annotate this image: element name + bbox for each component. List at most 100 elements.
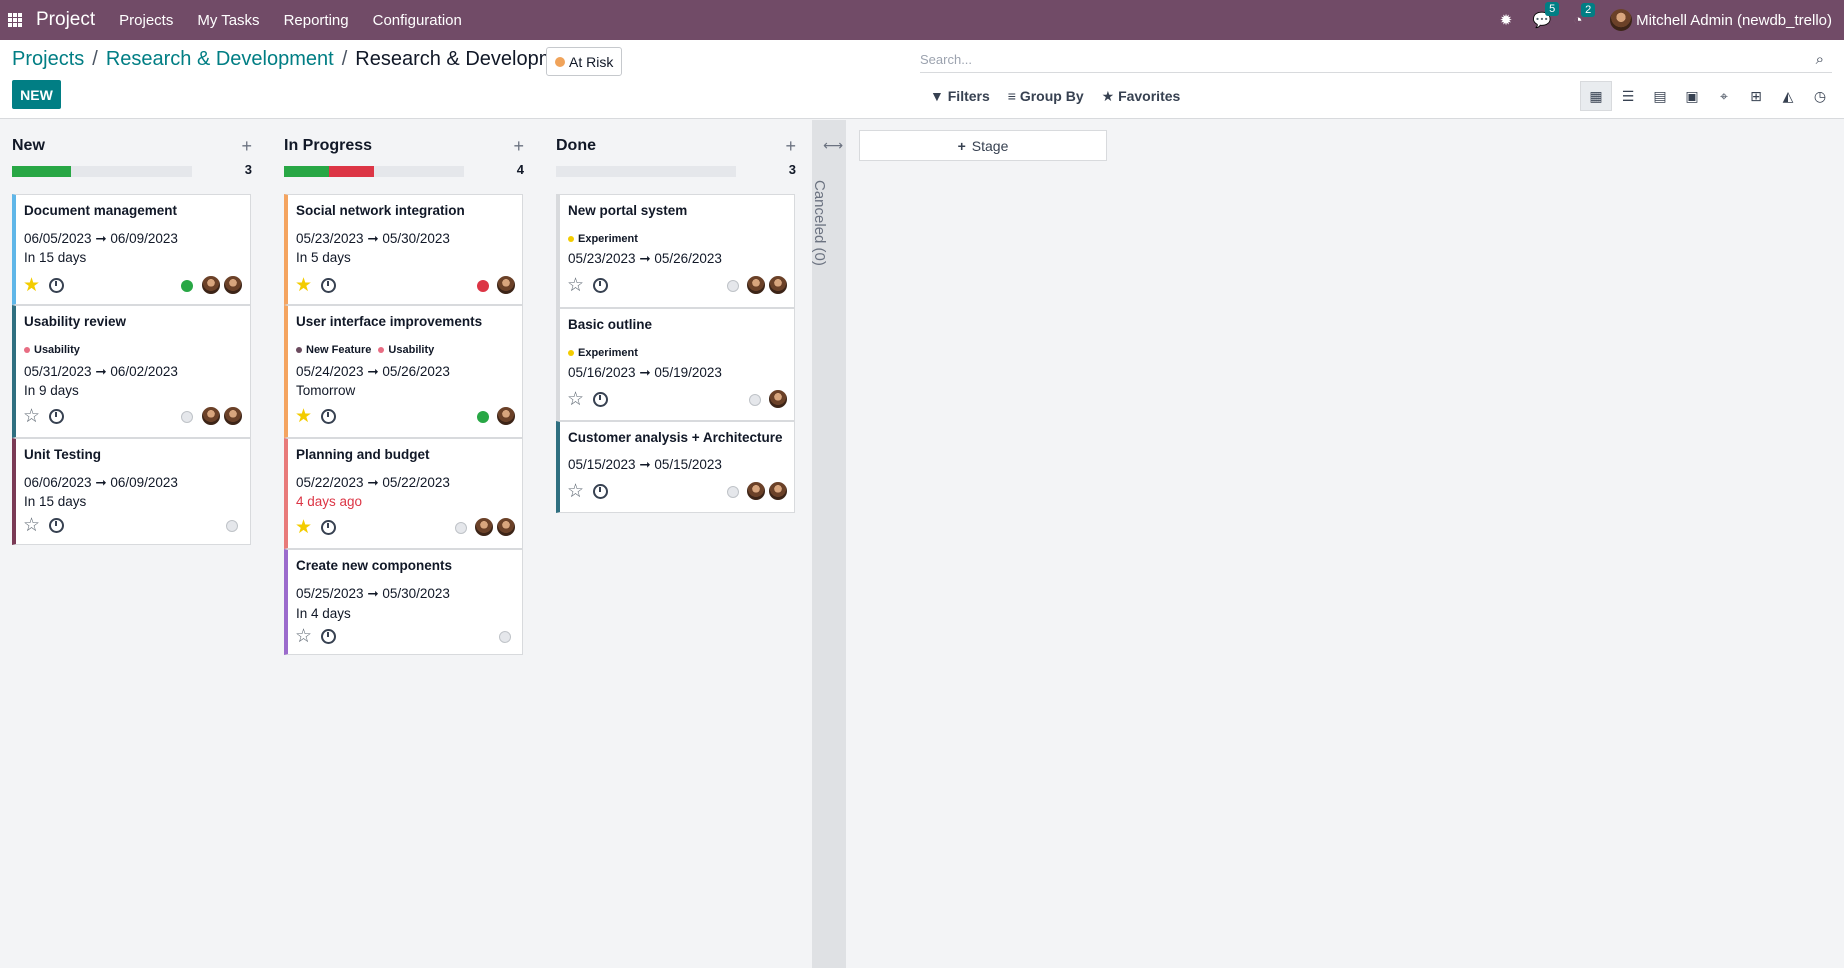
plus-icon: + (957, 137, 966, 154)
star-icon[interactable]: ☆ (567, 390, 584, 409)
favorites-button[interactable]: ★ Favorites (1102, 88, 1181, 105)
column-progressbar[interactable] (556, 166, 736, 177)
group-by-button[interactable]: ≡ Group By (1008, 88, 1084, 105)
task-deadline: In 15 days (24, 494, 87, 509)
task-state-normal[interactable] (749, 394, 761, 406)
app-menu-icon[interactable] (8, 13, 22, 27)
clock-icon[interactable] (321, 278, 336, 293)
task-card[interactable]: Social network integration 05/23/2023 ➞ … (284, 194, 523, 305)
menu-projects[interactable]: Projects (119, 12, 173, 29)
avatar (201, 275, 221, 295)
user-avatar (1610, 9, 1633, 31)
user-name: Mitchell Admin (newdb_trello) (1636, 11, 1832, 29)
app-name[interactable]: Project (36, 9, 95, 31)
task-dates: 05/22/2023 ➞ 05/22/2023 (296, 475, 450, 490)
task-card[interactable]: New portal system Experiment 05/23/2023 … (556, 194, 795, 308)
folded-column-canceled[interactable]: ⟷ Canceled (0) (811, 120, 846, 968)
clock-icon[interactable] (593, 392, 608, 407)
task-state-green[interactable] (181, 280, 193, 292)
task-state-red[interactable] (477, 280, 489, 292)
task-card[interactable]: Unit Testing 06/06/2023 ➞ 06/09/2023 In … (12, 438, 251, 545)
activities-count: 2 (1581, 2, 1596, 17)
menu-configuration[interactable]: Configuration (373, 12, 462, 29)
progress-green[interactable] (12, 166, 72, 177)
task-deadline: 4 days ago (296, 494, 363, 509)
graph-view-icon[interactable]: ◭ (1772, 81, 1804, 111)
kanban-view-icon[interactable]: ▦ (1580, 81, 1612, 111)
task-card[interactable]: Usability review Usability 05/31/2023 ➞ … (12, 305, 251, 438)
new-button[interactable]: NEW (12, 80, 61, 109)
bug-icon[interactable]: ✹ (1492, 11, 1520, 29)
star-icon[interactable]: ☆ (567, 482, 584, 501)
add-stage-button[interactable]: + Stage (859, 130, 1107, 161)
task-state-normal[interactable] (455, 522, 467, 534)
star-icon[interactable]: ☆ (23, 516, 40, 535)
breadcrumb-parent[interactable]: Research & Development (106, 48, 334, 71)
column-title: In Progress (284, 137, 373, 154)
task-dates: 05/24/2023 ➞ 05/26/2023 (296, 364, 450, 379)
star-icon[interactable]: ☆ (567, 276, 584, 295)
task-card[interactable]: Basic outline Experiment 05/16/2023 ➞ 05… (556, 308, 795, 421)
star-icon[interactable]: ★ (295, 276, 312, 295)
progress-red[interactable] (329, 166, 374, 177)
menu-my-tasks[interactable]: My Tasks (197, 12, 259, 29)
star-icon[interactable]: ★ (23, 276, 40, 295)
task-state-normal[interactable] (226, 520, 238, 532)
status-dot-icon (555, 56, 565, 67)
star-icon[interactable]: ☆ (23, 407, 40, 426)
star-icon[interactable]: ★ (295, 518, 312, 537)
task-state-normal[interactable] (499, 631, 511, 643)
task-title: Document management (24, 203, 178, 218)
clock-icon[interactable] (593, 484, 608, 499)
filters-button[interactable]: ▼ Filters (930, 88, 990, 105)
project-status-button[interactable]: At Risk (546, 47, 623, 76)
menu-reporting[interactable]: Reporting (284, 12, 349, 29)
task-state-green[interactable] (477, 411, 489, 423)
list-view-icon[interactable]: ☰ (1612, 81, 1644, 111)
task-deadline: In 4 days (296, 606, 351, 621)
star-icon[interactable]: ☆ (295, 627, 312, 646)
quick-create-icon[interactable]: + (785, 136, 796, 157)
messages-count: 5 (1545, 2, 1560, 16)
clock-icon[interactable] (593, 278, 608, 293)
task-title: Customer analysis + Architecture (568, 430, 783, 445)
clock-icon[interactable] (49, 518, 64, 533)
gantt-view-icon[interactable]: ▤ (1644, 81, 1676, 111)
progress-green[interactable] (284, 166, 329, 177)
pivot-view-icon[interactable]: ⊞ (1740, 81, 1772, 111)
breadcrumb-separator: / (92, 48, 98, 70)
user-menu[interactable]: Mitchell Admin (newdb_trello) (1610, 9, 1832, 31)
column-progressbar[interactable] (12, 166, 192, 177)
calendar-view-icon[interactable]: ▣ (1676, 81, 1708, 111)
task-state-normal[interactable] (727, 486, 739, 498)
clock-icon[interactable] (321, 520, 336, 535)
clock-icon[interactable] (49, 278, 64, 293)
control-panel: Projects / Research & Development / Resear… (0, 40, 1844, 119)
quick-create-icon[interactable]: + (241, 136, 252, 157)
filters-label: Filters (947, 88, 990, 104)
clock-icon[interactable] (49, 409, 64, 424)
task-state-normal[interactable] (727, 280, 739, 292)
activity-view-icon[interactable]: ◷ (1804, 81, 1836, 111)
task-card[interactable]: User interface improvements New Feature … (284, 305, 523, 438)
clock-icon[interactable] (321, 629, 336, 644)
task-dates: 06/06/2023 ➞ 06/09/2023 (24, 475, 178, 490)
unfold-icon[interactable]: ⟷ (823, 137, 843, 154)
task-card[interactable]: Customer analysis + Architecture 05/15/2… (556, 421, 795, 513)
map-view-icon[interactable]: ⌖ (1708, 81, 1740, 111)
task-card[interactable]: Create new components 05/25/2023 ➞ 05/30… (284, 549, 523, 655)
quick-create-icon[interactable]: + (513, 136, 524, 157)
task-card[interactable]: Document management 06/05/2023 ➞ 06/09/2… (12, 194, 251, 305)
task-state-normal[interactable] (181, 411, 193, 423)
activities-icon[interactable]: ◔ 2 (1564, 2, 1596, 29)
star-icon[interactable]: ★ (295, 407, 312, 426)
messages-icon[interactable]: 💬 5 (1528, 2, 1560, 29)
avatar (746, 275, 766, 295)
avatar (496, 517, 516, 537)
task-card[interactable]: Planning and budget 05/22/2023 ➞ 05/22/2… (284, 438, 523, 549)
search-icon[interactable]: ⌕ (1816, 51, 1824, 68)
search-input[interactable]: Search... ⌕ (920, 49, 1832, 73)
column-progressbar[interactable] (284, 166, 464, 177)
clock-icon[interactable] (321, 409, 336, 424)
breadcrumb-projects[interactable]: Projects (12, 48, 84, 71)
